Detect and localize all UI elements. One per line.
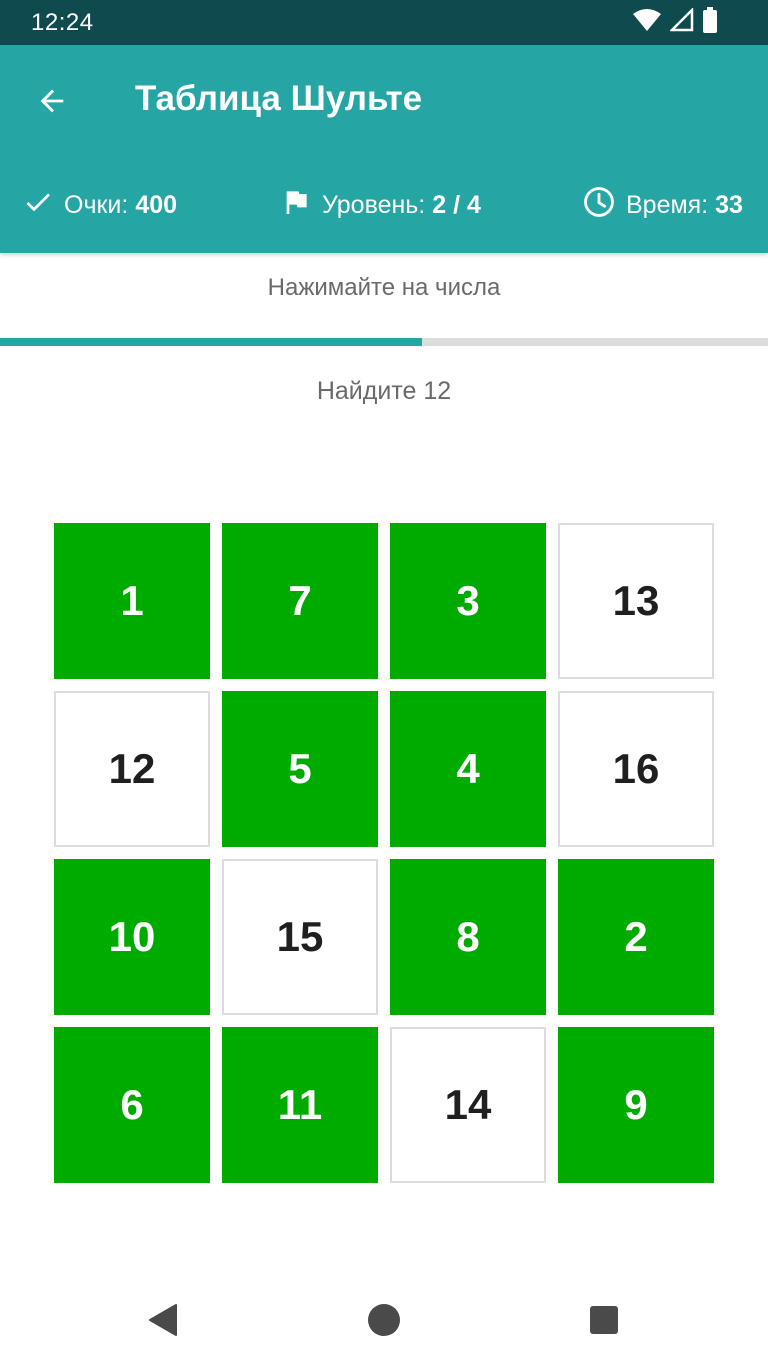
grid-cell[interactable]: 11 (222, 1027, 378, 1183)
time-value: 33 (715, 190, 743, 219)
level-stat: Уровень: 2 / 4 (280, 185, 481, 225)
instruction-text: Нажимайте на числа (267, 274, 501, 301)
check-icon (22, 186, 64, 225)
score-value: 400 (135, 190, 178, 219)
grid-cell[interactable]: 3 (390, 523, 546, 679)
recents-square-icon (589, 1305, 619, 1340)
grid-cell[interactable]: 10 (54, 859, 210, 1015)
level-label: Уровень: (322, 190, 426, 219)
arrow-back-icon (35, 84, 69, 123)
back-button[interactable] (26, 77, 78, 129)
progress-fill (0, 338, 423, 346)
grid-cell[interactable]: 8 (390, 859, 546, 1015)
page-title: Таблица Шульте (135, 79, 423, 118)
grid-cell[interactable]: 12 (54, 691, 210, 847)
back-triangle-icon (147, 1303, 179, 1342)
clock-icon (582, 185, 626, 226)
navigation-bar (0, 1280, 768, 1366)
nav-recents-button[interactable] (574, 1298, 634, 1346)
grid-cell[interactable]: 16 (558, 691, 714, 847)
signal-icon (668, 6, 694, 37)
schulte-grid: 1 7 3 13 12 5 4 16 10 15 8 2 6 11 14 9 (54, 523, 714, 1183)
grid-cell[interactable]: 7 (222, 523, 378, 679)
status-bar: 12:24 (0, 0, 768, 45)
grid-cell[interactable]: 13 (558, 523, 714, 679)
home-circle-icon (367, 1303, 401, 1342)
score-stat: Очки: 400 (22, 185, 177, 225)
target-prompt: Найдите 12 (316, 377, 452, 405)
time-label: Время: (626, 190, 709, 219)
grid-cell[interactable]: 15 (222, 859, 378, 1015)
grid-cell[interactable]: 2 (558, 859, 714, 1015)
time-stat: Время: 33 (582, 185, 743, 225)
wifi-icon (632, 8, 662, 37)
nav-home-button[interactable] (354, 1298, 414, 1346)
progress-bar (0, 338, 768, 346)
score-label: Очки: (64, 190, 129, 219)
grid-cell[interactable]: 5 (222, 691, 378, 847)
app-bar: Таблица Шульте Очки: 400 Уровень: 2 / 4 … (0, 45, 768, 253)
grid-cell[interactable]: 9 (558, 1027, 714, 1183)
level-value: 2 / 4 (432, 190, 481, 219)
status-time: 12:24 (31, 9, 94, 36)
status-icons (632, 6, 718, 38)
flag-icon (280, 186, 322, 225)
grid-cell[interactable]: 4 (390, 691, 546, 847)
battery-icon (702, 6, 718, 38)
grid-cell[interactable]: 1 (54, 523, 210, 679)
grid-cell[interactable]: 14 (390, 1027, 546, 1183)
grid-cell[interactable]: 6 (54, 1027, 210, 1183)
nav-back-button[interactable] (133, 1298, 193, 1346)
